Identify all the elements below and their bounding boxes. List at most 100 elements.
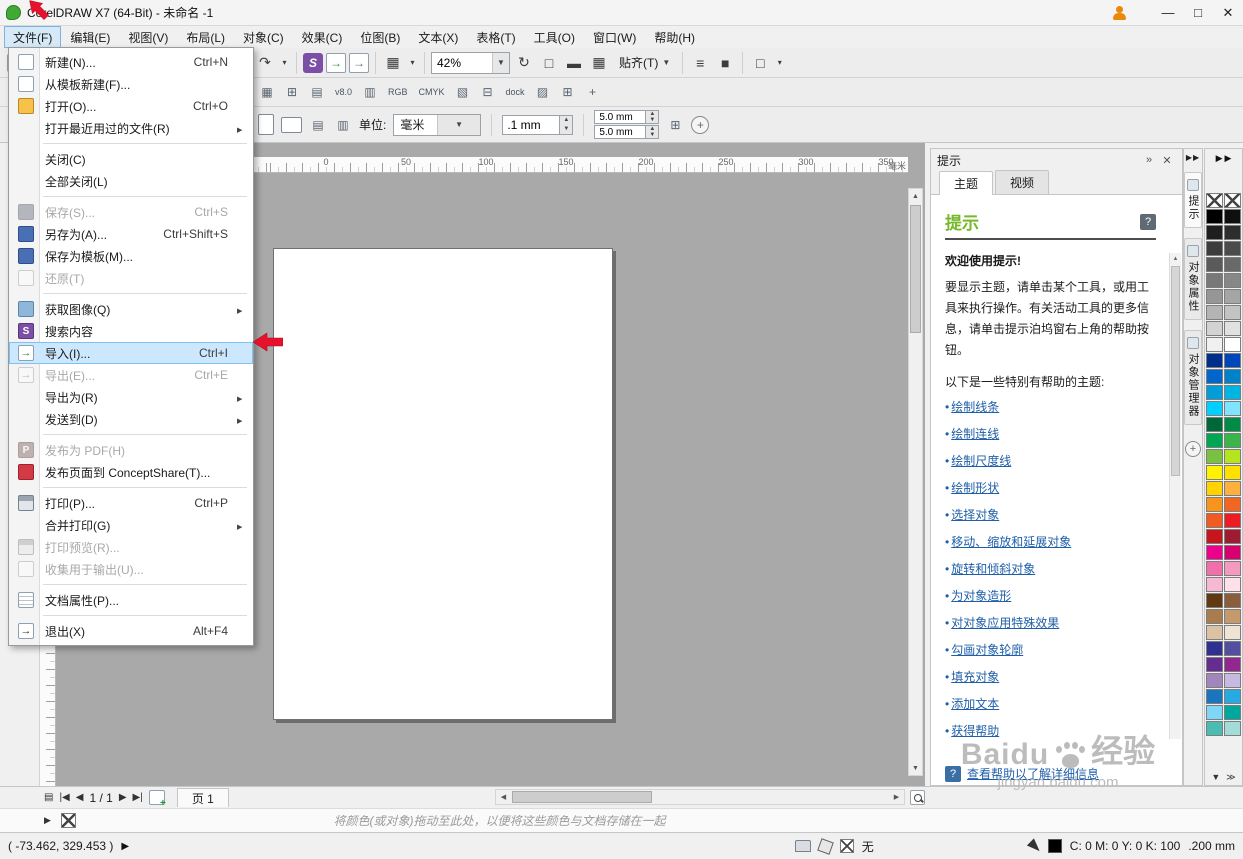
more-help-link[interactable]: 查看帮助以了解详细信息 [967,765,1099,782]
toolbar-icon[interactable] [424,51,425,74]
color-swatch[interactable] [1224,465,1241,480]
file-menu-item[interactable]: 全部关闭(L) [9,170,253,192]
search-content-icon[interactable]: S [303,52,323,73]
color-swatch[interactable] [1206,481,1223,496]
file-menu-item[interactable]: 发送到(D) [9,408,253,430]
file-menu-item[interactable]: 另存为(A)... Ctrl+Shift+S [9,223,253,245]
toolbar-icon[interactable] [296,51,297,74]
color-swatch[interactable] [1206,545,1223,560]
menubar-item[interactable]: 视图(V) [119,26,177,48]
fullscreen-preview-icon[interactable]: □ [538,52,560,74]
no-color-swatch[interactable] [60,813,76,828]
distribute-icon[interactable]: ▥ [361,83,379,101]
previous-page-button[interactable]: ◀ [76,792,84,803]
color-swatch[interactable] [1224,241,1241,256]
palette-expand-icon[interactable]: ≫ [1226,772,1235,783]
file-menu-item[interactable]: 文档属性(P)... [9,589,253,611]
user-account-icon[interactable] [1111,5,1127,21]
color-swatch[interactable] [1206,257,1223,272]
color-swatch[interactable] [1206,577,1223,592]
palette-dock-arrow-icon[interactable]: ▶ [1225,153,1232,164]
file-menu-item[interactable] [43,143,247,144]
color-swatch[interactable] [1206,689,1223,704]
color-swatch[interactable] [1206,321,1223,336]
color-swatch[interactable] [1206,305,1223,320]
duplicate-x-input[interactable] [594,110,647,124]
cmyk-profile-icon[interactable]: CMYK [417,83,447,101]
nudge-spinner[interactable]: ▲ ▼ [560,114,574,135]
color-swatch[interactable] [1224,545,1241,560]
color-swatch[interactable] [1206,529,1223,544]
last-page-button[interactable]: ▶| [133,792,143,803]
zoom-dropdown-icon[interactable]: ▼ [492,52,509,73]
color-swatch[interactable] [1224,273,1241,288]
color-swatch[interactable] [1224,561,1241,576]
hint-topic-link[interactable]: 填充对象 [945,668,1156,685]
color-swatch[interactable] [1224,369,1241,384]
rgb-profile-icon[interactable]: RGB [386,83,410,101]
menubar-item[interactable]: 效果(C) [293,26,352,48]
minimize-button[interactable]: — [1153,0,1183,25]
color-swatch[interactable] [1206,241,1223,256]
color-swatch[interactable] [1206,225,1223,240]
help-icon[interactable]: ? [1140,213,1156,230]
palette-scroll-down-icon[interactable]: ▼ [1211,772,1220,783]
docker-side-tab[interactable]: 对象属性 [1184,238,1202,320]
application-launcher-icon[interactable]: ▦ [382,52,404,74]
snap-guides-icon[interactable]: ▤ [308,83,326,101]
color-swatch[interactable] [1224,289,1241,304]
hint-topic-link[interactable]: 移动、缩放和延展对象 [945,533,1156,550]
color-swatch[interactable] [1206,641,1223,656]
ruler-settings-icon[interactable]: ▨ [534,83,552,101]
color-swatch[interactable] [1224,417,1241,432]
hints-tab[interactable]: 视频 [995,170,1050,194]
toolbar-icon[interactable] [375,51,376,74]
docker-collapse-icon[interactable]: » [1140,154,1158,166]
color-swatch[interactable] [1224,433,1241,448]
dock-icon[interactable]: dock [504,83,527,101]
color-swatch[interactable] [1206,337,1223,352]
file-menu-item[interactable] [43,293,247,294]
export-icon[interactable]: → [349,52,369,73]
file-menu-item[interactable]: 导入(I)... Ctrl+I [9,342,253,364]
color-swatch[interactable] [1206,433,1223,448]
close-button[interactable]: ✕ [1213,0,1243,25]
file-menu-item[interactable]: 新建(N)... Ctrl+N [9,51,253,73]
docker-scroll-thumb[interactable] [1171,266,1180,476]
toolbar-icon[interactable] [742,51,744,74]
docker-scroll-up-icon[interactable]: ▲ [1170,253,1181,265]
color-swatch[interactable] [1206,289,1223,304]
zoom-input[interactable] [432,52,492,73]
menubar-item[interactable]: 表格(T) [467,26,524,48]
color-swatch[interactable] [1206,369,1223,384]
horizontal-scroll-thumb[interactable] [512,791,652,803]
current-page-icon[interactable]: ▥ [334,116,352,134]
docker-close-icon[interactable]: ✕ [1158,154,1176,167]
page-setup-icon[interactable]: ▧ [454,83,472,101]
scroll-right-icon[interactable]: ▶ [889,793,904,801]
hints-tab[interactable]: 主题 [939,171,994,195]
file-menu-item[interactable] [43,487,247,488]
maximize-button[interactable]: □ [1183,0,1213,25]
file-menu-item[interactable] [43,196,247,197]
treat-as-filled-icon[interactable]: ⊞ [666,116,684,134]
snap-to-control[interactable]: 贴齐(T) ▼ [613,52,676,73]
color-swatch[interactable] [1224,529,1241,544]
color-swatch[interactable] [1206,193,1223,208]
show-grid-icon[interactable]: ▦ [588,52,610,74]
hint-topic-link[interactable]: 勾画对象轮廓 [945,641,1156,658]
units-select[interactable]: 毫米 ▼ [393,113,482,136]
color-swatch[interactable] [1224,193,1241,208]
vertical-scroll-thumb[interactable] [910,205,921,333]
navigator-icon[interactable]: ▦ [258,83,276,101]
menubar-item[interactable]: 文件(F) [4,26,62,48]
color-swatch[interactable] [1224,225,1241,240]
color-swatch[interactable] [1224,705,1241,720]
color-swatch[interactable] [1224,593,1241,608]
page-tab[interactable]: 页 1 [176,788,229,807]
duplicate-x-spinner[interactable]: ▲ ▼ [646,110,660,124]
launcher-dropdown-icon[interactable]: ▾ [407,52,418,74]
refresh-icon[interactable]: ↻ [513,52,535,74]
hint-topic-link[interactable]: 获得帮助 [945,722,1156,739]
color-swatch[interactable] [1206,609,1223,624]
